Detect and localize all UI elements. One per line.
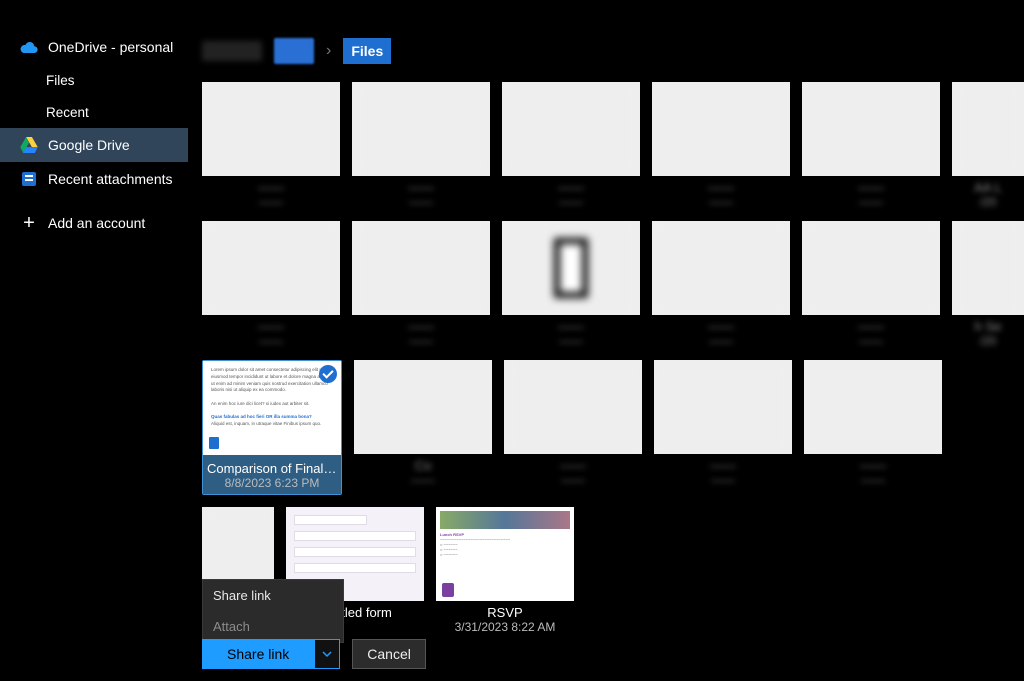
sidebar-account-onedrive[interactable]: OneDrive - personal	[0, 30, 188, 64]
share-link-split-button: Share link	[202, 639, 340, 669]
file-tile[interactable]: Co——	[354, 360, 492, 495]
file-tile[interactable]: ————	[502, 221, 640, 348]
share-link-dropdown[interactable]	[314, 639, 340, 669]
sidebar-add-account[interactable]: + Add an account	[0, 206, 188, 240]
file-tile[interactable]: ————	[202, 221, 340, 348]
sidebar-account-googledrive[interactable]: Google Drive	[0, 128, 188, 162]
share-link-button[interactable]: Share link	[202, 639, 314, 669]
google-drive-icon	[20, 136, 38, 154]
breadcrumb: › Files	[202, 38, 391, 64]
sidebar-onedrive-recent[interactable]: Recent	[0, 96, 188, 128]
sidebar: OneDrive - personal Files Recent Google …	[0, 0, 188, 681]
action-bar: Share link Cancel	[202, 639, 426, 669]
plus-icon: +	[20, 214, 38, 232]
file-tile[interactable]: Lunch RSVP ~~~~~~~~~~~~~~~~~~~~~~~~~~~~~…	[436, 507, 574, 634]
sidebar-onedrive-files[interactable]: Files	[0, 64, 188, 96]
file-tile[interactable]: ————	[352, 82, 490, 209]
file-tile[interactable]: ————	[804, 360, 942, 495]
breadcrumb-current[interactable]: Files	[343, 38, 391, 64]
chevron-right-icon: ›	[326, 42, 331, 60]
file-date: 8/8/2023 6:23 PM	[203, 476, 341, 494]
breadcrumb-segment-redacted[interactable]	[274, 38, 314, 64]
file-tile[interactable]: ————	[202, 82, 340, 209]
file-tile[interactable]: ————	[802, 221, 940, 348]
breadcrumb-segment-redacted[interactable]	[202, 41, 262, 61]
file-tile[interactable]: ————	[502, 82, 640, 209]
selected-check-icon	[319, 365, 337, 383]
context-menu: Share link Attach	[202, 579, 344, 643]
file-tile-selected[interactable]: Lorem ipsum dolor sit amet consectetur a…	[202, 360, 342, 495]
context-menu-share-link[interactable]: Share link	[203, 580, 343, 611]
main-panel: › Files ———— ———— ———— ———— ———— AA L/20…	[188, 0, 1024, 681]
file-tile[interactable]: AA L/20	[952, 82, 1024, 209]
sidebar-add-account-label: Add an account	[48, 215, 145, 231]
file-tile[interactable]: ————	[504, 360, 642, 495]
sidebar-item-label: Recent attachments	[48, 171, 173, 187]
chevron-down-icon	[322, 649, 332, 659]
file-date: 3/31/2023 8:22 AM	[436, 620, 574, 634]
file-tile[interactable]: ————	[352, 221, 490, 348]
cancel-button[interactable]: Cancel	[352, 639, 426, 669]
file-title: RSVP	[436, 605, 574, 620]
recent-attachments-icon	[20, 170, 38, 188]
sidebar-account-label: Google Drive	[48, 137, 130, 153]
context-menu-attach[interactable]: Attach	[203, 611, 343, 642]
file-title: Comparison of Final-Ho…	[203, 459, 341, 476]
sidebar-recent-attachments[interactable]: Recent attachments	[0, 162, 188, 196]
file-tile[interactable]: ————	[802, 82, 940, 209]
file-tile[interactable]: ————	[654, 360, 792, 495]
form-thumbnail: Lunch RSVP ~~~~~~~~~~~~~~~~~~~~~~~~~~~~~…	[436, 507, 574, 601]
sidebar-account-label: OneDrive - personal	[48, 39, 173, 55]
cloud-icon	[20, 38, 38, 56]
file-tile[interactable]: ————	[652, 82, 790, 209]
file-tile[interactable]: ————	[652, 221, 790, 348]
file-tile[interactable]: h Se/20	[952, 221, 1024, 348]
